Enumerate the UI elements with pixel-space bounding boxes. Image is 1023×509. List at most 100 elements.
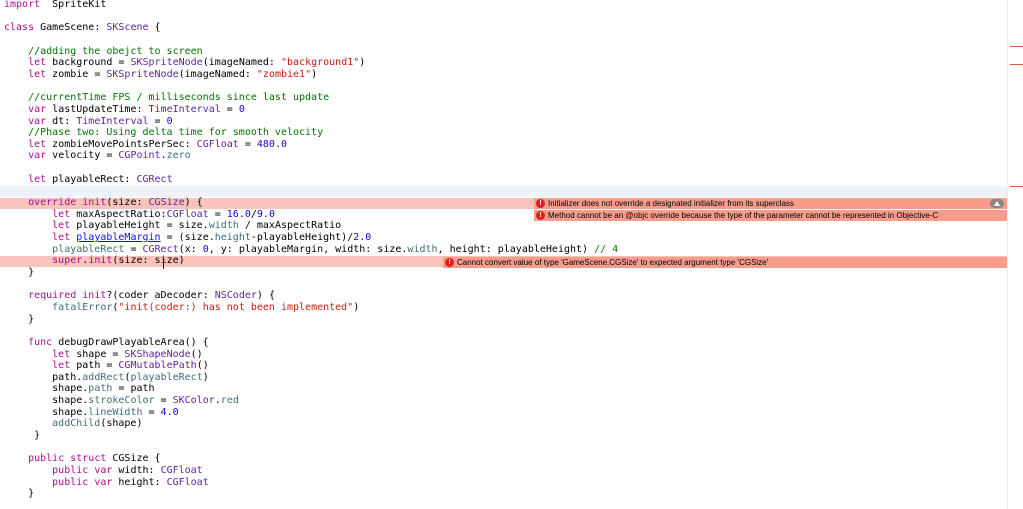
code-token: let <box>4 220 71 232</box>
code-token: "background1" <box>280 57 360 69</box>
code-token: CGSize <box>148 197 185 209</box>
code-token: ) <box>353 301 360 313</box>
code-line[interactable]: } <box>0 430 1008 442</box>
code-token: width <box>208 220 239 232</box>
code-token: ) <box>202 371 209 383</box>
error-message-text: Initializer does not override a designat… <box>548 199 794 208</box>
code-token: 4.0 <box>160 406 179 418</box>
code-token: (size: size) <box>112 255 185 267</box>
error-marker-tick[interactable] <box>1010 186 1023 187</box>
code-token: shape. <box>4 406 89 418</box>
code-token: //Phase two: Using delta time for smooth… <box>4 127 324 139</box>
code-line[interactable]: public var height: CGFloat <box>0 476 1008 489</box>
code-token: SKShapeNode <box>124 348 191 360</box>
code-token: ) <box>311 68 318 80</box>
code-token: (imageNamed: <box>202 57 281 69</box>
code-token: path. <box>4 371 83 383</box>
code-token: let <box>4 348 71 360</box>
code-token: SKScene <box>106 22 149 34</box>
code-token: shape = <box>70 348 125 360</box>
code-token: init <box>88 255 113 267</box>
error-message-bubble[interactable]: ! Initializer does not override a designa… <box>534 198 1008 209</box>
code-token: init <box>82 197 107 209</box>
code-token: = <box>220 103 239 115</box>
error-icon: ! <box>445 258 454 267</box>
code-line[interactable]: } <box>0 267 1008 279</box>
code-token: SpriteKit <box>40 0 107 10</box>
code-token: playableMargin <box>76 232 161 243</box>
code-token: background = <box>46 57 131 69</box>
code-token: super <box>4 255 83 267</box>
code-token: struct <box>70 453 107 465</box>
code-token: width <box>407 243 438 255</box>
code-line[interactable]: import SpriteKit <box>0 0 1008 11</box>
code-token: = <box>154 395 173 407</box>
code-token: maxAspectRatio: <box>70 208 167 220</box>
code-token: 480.0 <box>256 138 287 150</box>
code-line[interactable]: var velocity = CGPoint.zero <box>0 150 1008 162</box>
code-line[interactable]: fatalError("init(coder:) has not been im… <box>0 301 1008 314</box>
code-line[interactable]: let playableRect: CGRect <box>0 173 1008 186</box>
code-token: "zombie1" <box>256 68 312 80</box>
code-token: SKColor <box>172 395 215 407</box>
code-token: import <box>4 0 41 10</box>
code-token: path <box>88 383 113 395</box>
code-token: init <box>82 290 107 302</box>
code-token: / maxAspectRatio <box>238 220 342 232</box>
code-token: let <box>4 232 71 243</box>
code-token: CGSize { <box>106 453 161 465</box>
code-line[interactable]: shape.lineWidth = 4.0 <box>0 406 1008 419</box>
code-token: // 4 <box>594 243 619 255</box>
code-token: 9.0 <box>256 208 275 220</box>
error-message-bubble[interactable]: ! Cannot convert value of type 'GameScene… <box>443 257 1008 268</box>
code-token: { <box>148 22 161 34</box>
code-line[interactable]: addChild(shape) <box>0 418 1008 430</box>
code-token: = <box>238 138 257 150</box>
code-token: (x: <box>178 243 203 255</box>
code-token: () <box>190 348 203 360</box>
code-token: () <box>196 360 209 372</box>
code-token: class <box>4 22 35 34</box>
code-editor[interactable]: import SpriteKit class GameScene: SKScene… <box>0 0 1008 509</box>
code-token: //currentTime FPS / milliseconds since l… <box>4 92 330 104</box>
code-token: velocity = <box>46 150 119 162</box>
code-line-text: fatalError("init(coder:) has not been im… <box>4 301 359 314</box>
code-token: "init(coder:) has not been implemented" <box>118 301 354 313</box>
code-token: ) { <box>256 290 275 302</box>
error-marker-tick[interactable] <box>1010 64 1023 65</box>
code-token: 2.0 <box>353 232 372 243</box>
code-token: (size: <box>106 197 149 209</box>
code-token: shape. <box>4 383 89 395</box>
code-token: } <box>4 313 35 325</box>
code-token: lastUpdateTime: <box>46 103 149 115</box>
error-marker-tick[interactable] <box>1010 46 1023 47</box>
code-token: CGFloat <box>160 465 203 476</box>
code-line-text: public var height: CGFloat <box>4 476 209 489</box>
code-token: height <box>214 232 251 243</box>
code-token: let <box>4 208 71 220</box>
code-line-text: class GameScene: SKScene { <box>4 21 161 34</box>
code-line[interactable]: } <box>0 313 1008 326</box>
code-line-text: let zombie = SKSpriteNode(imageNamed: "z… <box>4 68 317 81</box>
code-line[interactable]: let zombie = SKSpriteNode(imageNamed: "z… <box>0 68 1008 81</box>
editor-scroll-gutter[interactable] <box>1007 0 1023 509</box>
error-icon: ! <box>536 211 545 220</box>
code-line[interactable]: class GameScene: SKScene { <box>0 21 1008 34</box>
code-token: = path <box>112 383 155 395</box>
error-message-bubble[interactable]: ! Method cannot be an @objc override beca… <box>534 210 1008 221</box>
code-token: -playableHeight)/ <box>250 232 354 243</box>
code-line[interactable]: } <box>0 488 1008 500</box>
code-token: zero <box>166 150 191 162</box>
code-token: SKSpriteNode <box>106 68 179 80</box>
code-token: height: <box>112 476 167 488</box>
code-token: var <box>94 476 113 488</box>
code-token: width: <box>112 465 161 476</box>
text-caret <box>163 258 164 269</box>
error-message-text: Method cannot be an @objc override becau… <box>548 211 939 220</box>
collapse-errors-icon[interactable] <box>990 199 1004 208</box>
code-token: playableRect <box>130 371 203 383</box>
code-token: zombieMovePointsPerSec: <box>46 138 197 150</box>
code-line-text: let playableRect: CGRect <box>4 173 173 186</box>
code-token: = <box>142 406 161 418</box>
code-token: CGMutablePath <box>118 360 197 372</box>
